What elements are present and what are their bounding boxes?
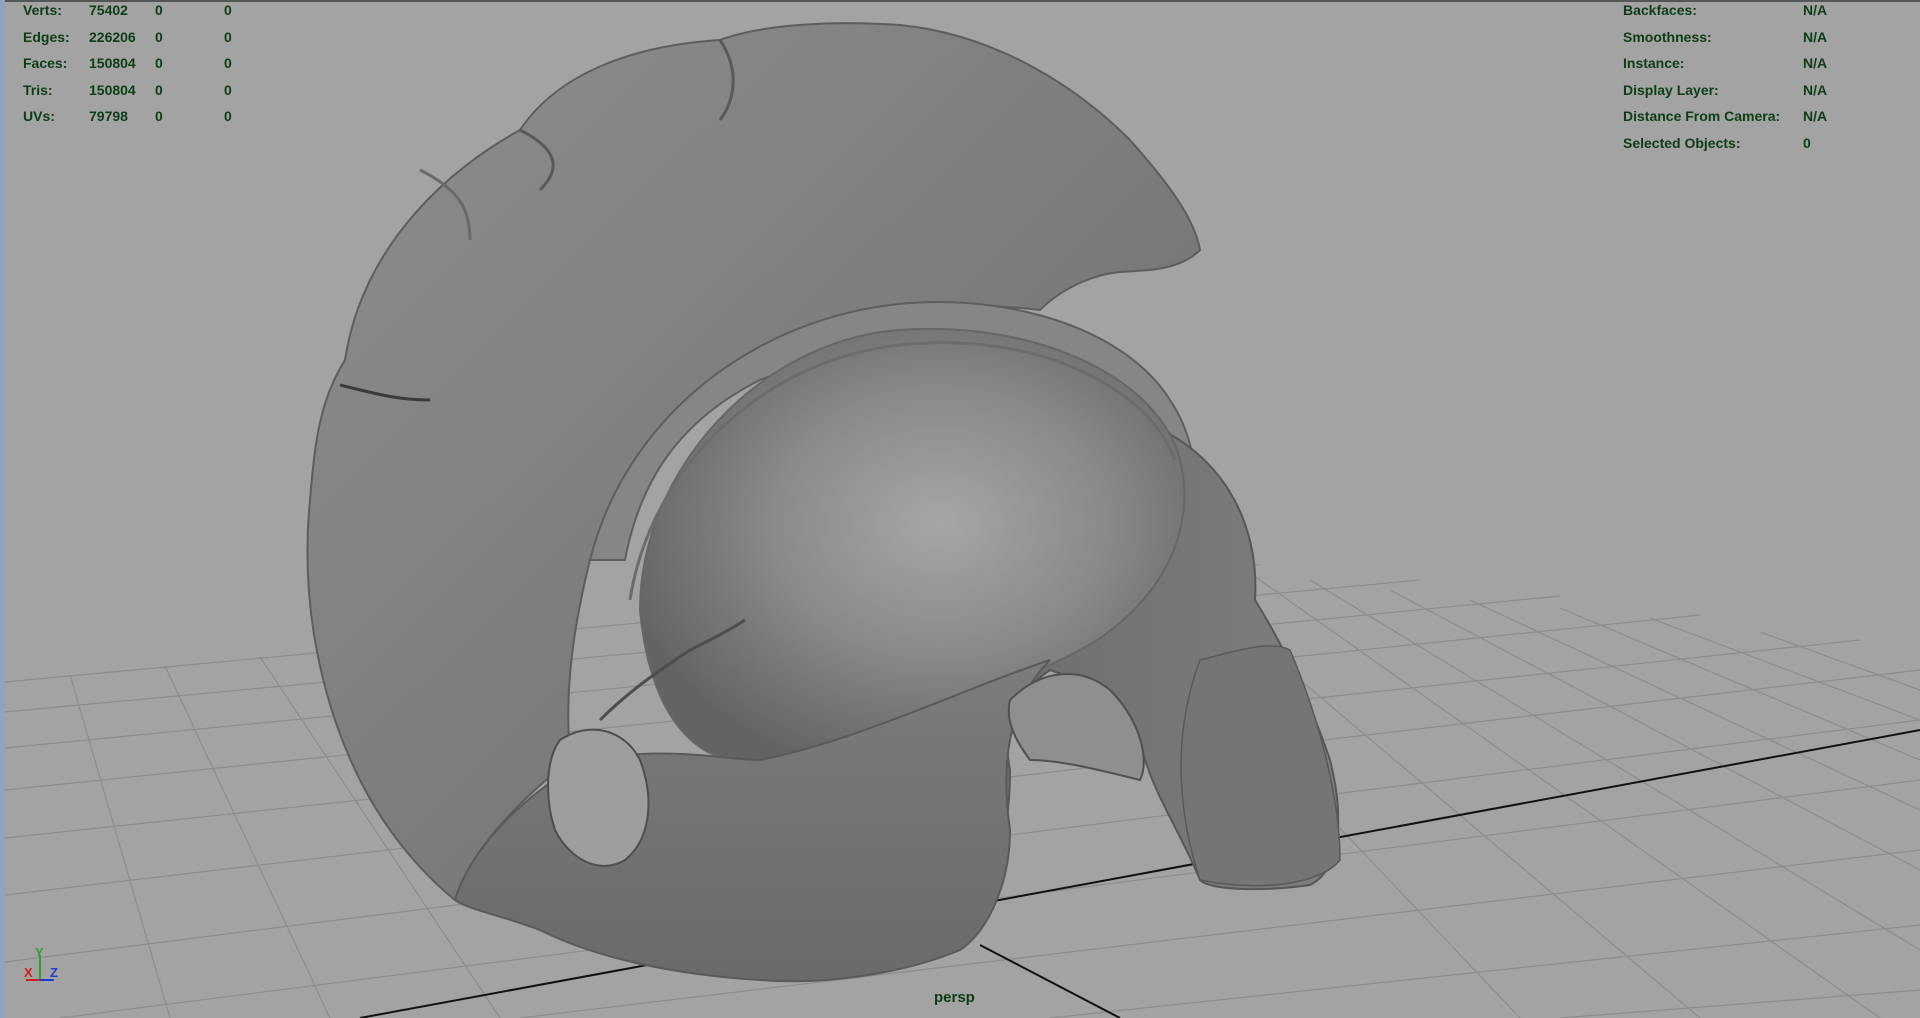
hud-row: Instance: N/A [1623, 50, 1843, 77]
hud-stat-value: 75402 [89, 2, 128, 18]
hud-stat-label: Faces: [23, 55, 68, 71]
hud-stat-component: 0 [224, 108, 232, 124]
hud-stat-label: Tris: [23, 81, 53, 98]
hud-row: Distance From Camera: N/A [1623, 103, 1843, 130]
hud-detail-label: Instance: [1623, 55, 1685, 71]
hud-detail-value: N/A [1803, 28, 1828, 45]
hud-stat-label: Edges: [23, 28, 70, 45]
hud-stat-component: 0 [224, 28, 232, 45]
hud-detail-label: Backfaces: [1623, 2, 1697, 18]
viewport-panel[interactable]: Verts: 75402 0 0 Edges: 226206 0 0 Faces: 150804 0… [0, 0, 1920, 1018]
hud-row: Smoothness: N/A [1623, 24, 1843, 51]
hud-stat-selected: 0 [155, 55, 163, 71]
hud-detail-label: Selected Objects: [1623, 134, 1741, 151]
hud-row: Edges: 226206 0 0 [23, 24, 244, 51]
hud-stat-value: 79798 [89, 108, 128, 124]
hud-stat-value: 226206 [89, 28, 136, 45]
hud-row: Backfaces: N/A [1623, 0, 1843, 24]
hud-stat-selected: 0 [155, 2, 163, 18]
hud-row: Tris: 150804 0 0 [23, 77, 244, 104]
hud-row: Display Layer: N/A [1623, 77, 1843, 104]
helmet-neck-flap [1180, 645, 1341, 887]
hud-detail-label: Distance From Camera: [1623, 108, 1781, 124]
hud-detail-label: Display Layer: [1623, 81, 1719, 98]
axis-y-label: Y [35, 945, 44, 960]
hud-stat-label: UVs: [23, 108, 55, 124]
hud-stat-selected: 0 [155, 81, 163, 98]
hud-detail-value: N/A [1803, 55, 1828, 71]
hud-detail-value: 0 [1803, 134, 1811, 151]
helmet-mesh[interactable] [306, 22, 1341, 983]
hud-detail-label: Smoothness: [1623, 28, 1712, 45]
hud-stat-value: 150804 [89, 55, 136, 71]
view-axis-gizmo: X Y Z [18, 945, 68, 985]
hud-stat-component: 0 [224, 2, 232, 18]
object-details-hud: Backfaces: N/A Smoothness: N/A Instance: N/A D… [1623, 0, 1843, 156]
hud-detail-value: N/A [1803, 108, 1828, 124]
hud-row: Faces: 150804 0 0 [23, 50, 244, 77]
hud-stat-value: 150804 [89, 81, 136, 98]
hud-row: Selected Objects: 0 [1623, 130, 1843, 157]
hud-stat-label: Verts: [23, 2, 62, 18]
hud-stat-component: 0 [224, 55, 232, 71]
axis-x-label: X [24, 965, 33, 980]
hud-stat-component: 0 [224, 81, 232, 98]
hud-detail-value: N/A [1803, 81, 1828, 98]
hud-stat-selected: 0 [155, 28, 163, 45]
hud-stat-selected: 0 [155, 108, 163, 124]
axis-z-label: Z [50, 965, 58, 980]
hud-row: UVs: 79798 0 0 [23, 103, 244, 130]
hud-detail-value: N/A [1803, 2, 1828, 18]
poly-count-hud: Verts: 75402 0 0 Edges: 226206 0 0 Faces: 150804 0… [23, 0, 244, 130]
hud-row: Verts: 75402 0 0 [23, 0, 244, 24]
camera-name-label: persp [934, 989, 975, 1006]
